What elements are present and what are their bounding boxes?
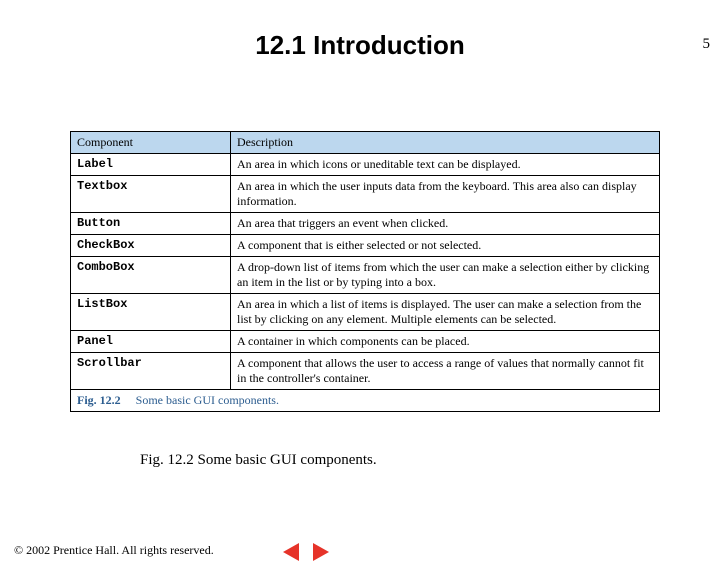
figure-label-row: Fig. 12.2 Some basic GUI components. xyxy=(71,390,660,412)
figure-caption: Fig. 12.2 Some basic GUI components. xyxy=(140,452,720,469)
next-slide-button[interactable] xyxy=(310,542,332,562)
table-row: Panel A container in which components ca… xyxy=(71,331,660,353)
figure-label-text: Some basic GUI components. xyxy=(136,393,279,407)
copyright-footer: © 2002 Prentice Hall. All rights reserve… xyxy=(14,543,214,558)
table-row: CheckBox A component that is either sele… xyxy=(71,235,660,257)
table-row: Scrollbar A component that allows the us… xyxy=(71,353,660,390)
triangle-left-icon xyxy=(283,543,299,561)
cell-description: A component that allows the user to acce… xyxy=(231,353,660,390)
table-row: ListBox An area in which a list of items… xyxy=(71,294,660,331)
col-header-description: Description xyxy=(231,132,660,154)
cell-component: CheckBox xyxy=(71,235,231,257)
table-row: Button An area that triggers an event wh… xyxy=(71,213,660,235)
table-row: Label An area in which icons or uneditab… xyxy=(71,154,660,176)
cell-description: A drop-down list of items from which the… xyxy=(231,257,660,294)
page-number: 5 xyxy=(703,36,711,53)
figure-label-cell: Fig. 12.2 Some basic GUI components. xyxy=(71,390,660,412)
triangle-right-icon xyxy=(313,543,329,561)
slide-nav-controls xyxy=(280,542,332,562)
cell-component: Textbox xyxy=(71,176,231,213)
table-row: ComboBox A drop-down list of items from … xyxy=(71,257,660,294)
cell-component: ComboBox xyxy=(71,257,231,294)
table-row: Textbox An area in which the user inputs… xyxy=(71,176,660,213)
cell-component: Scrollbar xyxy=(71,353,231,390)
cell-component: Panel xyxy=(71,331,231,353)
gui-components-table: Component Description Label An area in w… xyxy=(70,131,660,412)
cell-description: A container in which components can be p… xyxy=(231,331,660,353)
cell-description: A component that is either selected or n… xyxy=(231,235,660,257)
cell-description: An area in which icons or uneditable tex… xyxy=(231,154,660,176)
cell-description: An area that triggers an event when clic… xyxy=(231,213,660,235)
col-header-component: Component xyxy=(71,132,231,154)
figure-label-number: Fig. 12.2 xyxy=(77,393,121,407)
cell-component: ListBox xyxy=(71,294,231,331)
cell-component: Button xyxy=(71,213,231,235)
page-title: 12.1 Introduction xyxy=(0,30,720,61)
cell-description: An area in which a list of items is disp… xyxy=(231,294,660,331)
cell-description: An area in which the user inputs data fr… xyxy=(231,176,660,213)
prev-slide-button[interactable] xyxy=(280,542,302,562)
cell-component: Label xyxy=(71,154,231,176)
